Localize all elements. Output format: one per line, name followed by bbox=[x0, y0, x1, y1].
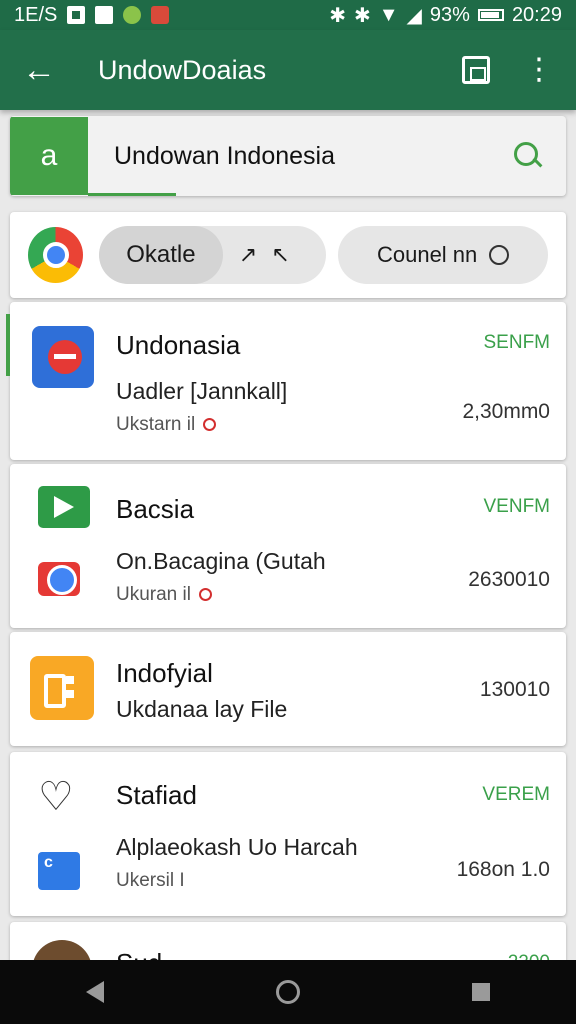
item-status: VENFM bbox=[483, 496, 551, 517]
play-icon bbox=[38, 486, 90, 528]
recents-icon[interactable] bbox=[472, 983, 490, 1001]
gallery-icon bbox=[95, 6, 114, 24]
item-subtitle: Alplaeokash Uo Harcah bbox=[116, 834, 358, 860]
cancel-chip[interactable]: Counel nn bbox=[338, 226, 548, 284]
home-icon[interactable] bbox=[276, 980, 300, 1004]
battery-percent: 93% bbox=[429, 3, 470, 26]
arrow-back-icon[interactable]: ← bbox=[22, 51, 70, 90]
search-badge: a bbox=[10, 117, 88, 195]
app-notification-icon bbox=[123, 6, 142, 24]
list-item[interactable]: Undonasia Uadler [Jannkall] Ukstarn il S… bbox=[6, 302, 566, 460]
navigation-bar bbox=[0, 960, 576, 1024]
back-icon[interactable] bbox=[86, 981, 104, 1003]
chip-actions-icon[interactable]: ↗↖ bbox=[239, 242, 304, 268]
item-title: Stafiad bbox=[116, 780, 197, 810]
app-icon bbox=[38, 852, 80, 890]
bluetooth-icon: ✱ bbox=[329, 4, 346, 27]
warning-icon bbox=[203, 418, 217, 432]
item-meta: Ukuran il bbox=[116, 584, 212, 606]
signal-icon: ◢ bbox=[406, 4, 422, 27]
list-item[interactable]: Indofyial Ukdanaa lay File 130010 bbox=[10, 632, 566, 746]
ok-chip-label[interactable]: Okatle bbox=[98, 226, 223, 284]
item-value: 130010 bbox=[479, 678, 550, 701]
maps-icon bbox=[32, 326, 94, 388]
vibrate-icon: ✱ bbox=[353, 4, 371, 27]
status-bar: 1E/S ✱ ✱ ▼ ◢ 93% 20:29 bbox=[0, 0, 576, 30]
item-subtitle: Ukdanaa lay File bbox=[116, 696, 288, 722]
search-input[interactable]: Undowan Indonesia bbox=[114, 142, 335, 171]
item-status: VEREM bbox=[482, 784, 550, 805]
power-icon bbox=[489, 245, 510, 265]
save-icon[interactable] bbox=[462, 56, 490, 84]
ok-chip[interactable]: Okatle ↗↖ bbox=[98, 226, 327, 284]
chrome-icon bbox=[38, 562, 80, 596]
clock: 20:29 bbox=[511, 3, 562, 26]
item-meta: Ukstarn il bbox=[116, 414, 217, 436]
alert-notification-icon bbox=[151, 6, 170, 24]
files-icon bbox=[30, 656, 94, 720]
selected-indicator bbox=[6, 314, 10, 376]
warning-icon bbox=[198, 588, 212, 602]
list-item[interactable]: ♡ Stafiad Alplaeokash Uo Harcah Ukersil … bbox=[10, 752, 566, 916]
wifi-icon: ▼ bbox=[378, 3, 399, 26]
heart-icon: ♡ bbox=[38, 775, 74, 819]
item-value: 2630010 bbox=[468, 568, 550, 591]
cancel-chip-label: Counel nn bbox=[376, 242, 478, 267]
item-value: 168on 1.0 bbox=[456, 858, 550, 881]
status-left-text: 1E/S bbox=[14, 3, 58, 26]
item-title: Undonasia bbox=[116, 330, 241, 360]
notification-icon bbox=[67, 6, 86, 24]
chrome-icon[interactable] bbox=[28, 227, 83, 283]
item-subtitle: Uadler [Jannkall] bbox=[116, 378, 288, 404]
more-vert-icon[interactable]: ⋮ bbox=[524, 55, 554, 85]
item-subtitle: On.Bacagina (Gutah bbox=[116, 548, 326, 574]
item-title: Bacsia bbox=[116, 494, 195, 524]
search-underline bbox=[88, 193, 176, 196]
list-item[interactable]: Bacsia On.Bacagina (Gutah Ukuran il VENF… bbox=[10, 464, 566, 628]
item-value: 2,30mm0 bbox=[462, 400, 550, 423]
app-title: UndowDoaias bbox=[98, 54, 267, 85]
app-bar: ← UndowDoaias ⋮ bbox=[0, 30, 576, 110]
item-status: SENFM bbox=[483, 332, 551, 353]
battery-icon bbox=[477, 9, 504, 21]
search-bar[interactable]: a Undowan Indonesia bbox=[10, 116, 566, 196]
search-icon[interactable] bbox=[512, 140, 544, 172]
item-meta: Ukersil I bbox=[116, 870, 185, 891]
item-title: Indofyial bbox=[116, 658, 213, 688]
filter-bar: Okatle ↗↖ Counel nn bbox=[10, 212, 566, 298]
